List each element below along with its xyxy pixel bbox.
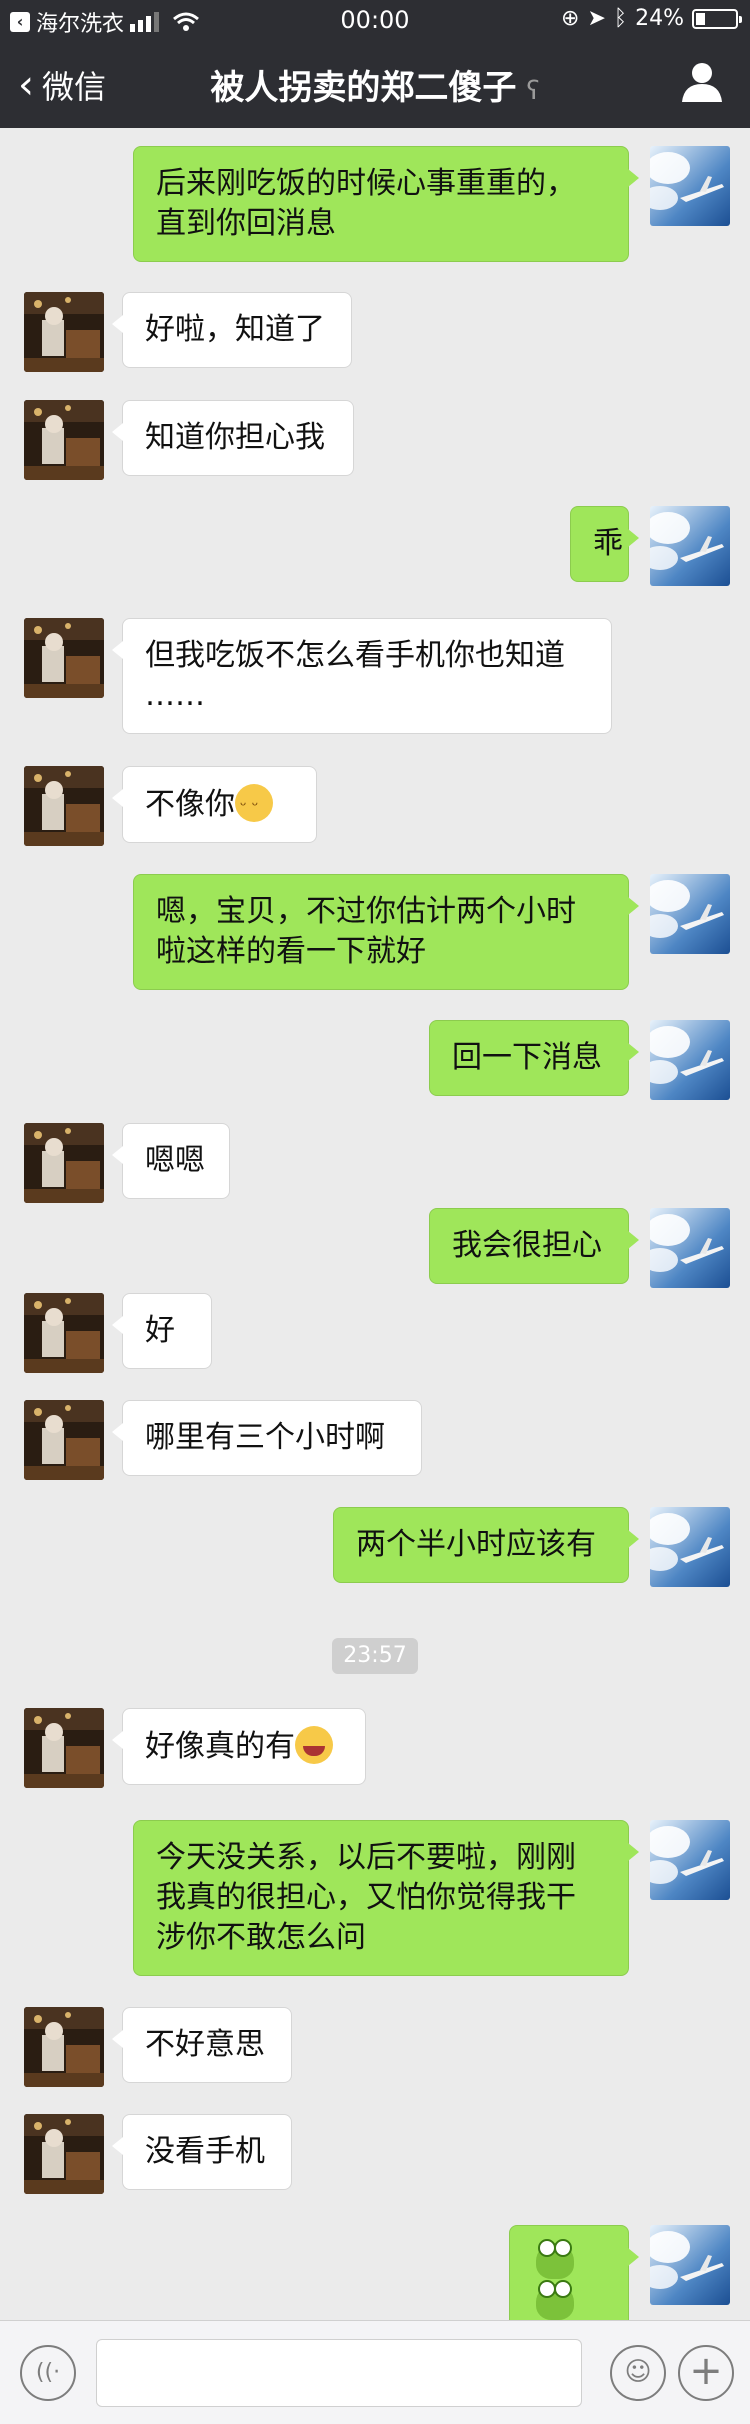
- message-text: 直到你回消息: [156, 206, 336, 241]
- my-avatar[interactable]: [650, 1208, 730, 1288]
- message-text: 我会很担心: [452, 1228, 602, 1263]
- message-text: 两个半小时应该有: [356, 1527, 596, 1562]
- message-bubble[interactable]: 好啦，知道了: [112, 292, 352, 368]
- message-bubble[interactable]: [509, 2225, 639, 2320]
- message-bubble[interactable]: 乖: [570, 506, 639, 582]
- voice-input-button[interactable]: ((·: [20, 2345, 76, 2401]
- plus-icon: +: [689, 2348, 723, 2394]
- message-text: 今天没关系，以后不要啦，刚刚: [156, 1840, 576, 1875]
- my-avatar[interactable]: [650, 1020, 730, 1100]
- message-list[interactable]: 后来刚吃饭的时候心事重重的， 直到你回消息好啦，知道了 知道你担心我乖但我吃饭不怎么…: [0, 128, 750, 2320]
- frog-emoji-icon: [536, 2280, 574, 2320]
- my-avatar[interactable]: [650, 146, 730, 226]
- contact-avatar[interactable]: [24, 1123, 104, 1203]
- my-avatar[interactable]: [650, 506, 730, 586]
- message-bubble[interactable]: 好像真的有: [112, 1708, 366, 1785]
- more-button[interactable]: +: [678, 2345, 734, 2401]
- contact-avatar[interactable]: [24, 618, 104, 698]
- contact-avatar[interactable]: [24, 2007, 104, 2087]
- chat-title-text: 被人拐卖的郑二傻子: [210, 68, 517, 108]
- location-icon: ➤: [587, 6, 606, 31]
- input-bar: ((· ☺ +: [0, 2320, 750, 2424]
- nav-bar: ‹ 微信 被人拐卖的郑二傻子 ʕ: [0, 40, 750, 128]
- my-avatar[interactable]: [650, 874, 730, 954]
- message-bubble[interactable]: 不像你: [112, 766, 317, 843]
- status-right: ⊕ ➤ ᛒ 24%: [561, 6, 742, 31]
- frog-emoji-icon: [536, 2239, 574, 2279]
- message-bubble[interactable]: 知道你担心我: [112, 400, 354, 476]
- timestamp: 23:57: [332, 1638, 418, 1674]
- chat-title: 被人拐卖的郑二傻子 ʕ: [0, 60, 750, 109]
- message-text: 但我吃饭不怎么看手机你也知道: [145, 638, 565, 673]
- message-text: ……: [145, 678, 205, 713]
- message-text: 涉你不敢怎么问: [156, 1920, 366, 1955]
- message-text: 啦这样的看一下就好: [156, 934, 426, 969]
- message-bubble[interactable]: 嗯，宝贝，不过你估计两个小时 啦这样的看一下就好: [133, 874, 639, 990]
- contact-avatar[interactable]: [24, 1293, 104, 1373]
- message-bubble[interactable]: 但我吃饭不怎么看手机你也知道 ……: [112, 618, 612, 734]
- message-bubble[interactable]: 我会很担心: [429, 1208, 639, 1284]
- message-text: 乖: [593, 526, 623, 561]
- message-bubble[interactable]: 没看手机: [112, 2114, 292, 2190]
- earpiece-mode-icon: ʕ: [526, 76, 540, 106]
- battery-percent: 24%: [635, 6, 684, 31]
- profile-icon[interactable]: [680, 60, 724, 104]
- my-avatar[interactable]: [650, 1507, 730, 1587]
- contact-avatar[interactable]: [24, 1708, 104, 1788]
- message-bubble[interactable]: 不好意思: [112, 2007, 292, 2083]
- rotation-lock-icon: ⊕: [561, 6, 580, 31]
- message-text: 我真的很担心，又怕你觉得我干: [156, 1880, 576, 1915]
- message-input[interactable]: [96, 2339, 582, 2407]
- message-text: 没看手机: [145, 2134, 265, 2169]
- emoji-button[interactable]: ☺: [610, 2345, 666, 2401]
- message-bubble[interactable]: 后来刚吃饭的时候心事重重的， 直到你回消息: [133, 146, 639, 262]
- contact-avatar[interactable]: [24, 292, 104, 372]
- battery-icon: [692, 8, 742, 29]
- laugh-cry-emoji-icon: [295, 1726, 333, 1764]
- contact-avatar[interactable]: [24, 400, 104, 480]
- message-bubble[interactable]: 今天没关系，以后不要啦，刚刚 我真的很担心，又怕你觉得我干 涉你不敢怎么问: [133, 1820, 639, 1976]
- message-text: 好像真的有: [145, 1726, 343, 1767]
- message-text: 回一下消息: [452, 1040, 602, 1075]
- message-text: 好啦，知道了: [145, 312, 325, 347]
- message-text: 后来刚吃饭的时候心事重重的，: [156, 166, 576, 201]
- message-text: 哪里有三个小时啊: [145, 1420, 385, 1455]
- contact-avatar[interactable]: [24, 2114, 104, 2194]
- contact-avatar[interactable]: [24, 766, 104, 846]
- message-bubble[interactable]: 两个半小时应该有: [333, 1507, 639, 1583]
- message-text: 不像你: [145, 784, 294, 826]
- smirk-emoji-icon: [235, 784, 273, 826]
- smiley-icon: ☺: [624, 2357, 652, 2387]
- my-avatar[interactable]: [650, 2225, 730, 2305]
- status-bar: ‹ 海尔洗衣 00:00 ⊕ ➤ ᛒ 24%: [0, 0, 750, 40]
- voice-icon: ((·: [35, 2360, 61, 2385]
- message-text: 不好意思: [145, 2027, 265, 2062]
- contact-avatar[interactable]: [24, 1400, 104, 1480]
- message-bubble[interactable]: 好: [112, 1293, 212, 1369]
- bluetooth-icon: ᛒ: [613, 6, 628, 31]
- message-bubble[interactable]: 嗯嗯: [112, 1123, 230, 1199]
- message-text: 好: [145, 1313, 175, 1348]
- message-text: 知道你担心我: [145, 420, 325, 455]
- message-text: 嗯嗯: [145, 1143, 205, 1178]
- message-text: 嗯，宝贝，不过你估计两个小时: [156, 894, 576, 929]
- my-avatar[interactable]: [650, 1820, 730, 1900]
- message-bubble[interactable]: 回一下消息: [429, 1020, 639, 1096]
- sticker-row: [532, 2239, 606, 2320]
- message-bubble[interactable]: 哪里有三个小时啊: [112, 1400, 422, 1476]
